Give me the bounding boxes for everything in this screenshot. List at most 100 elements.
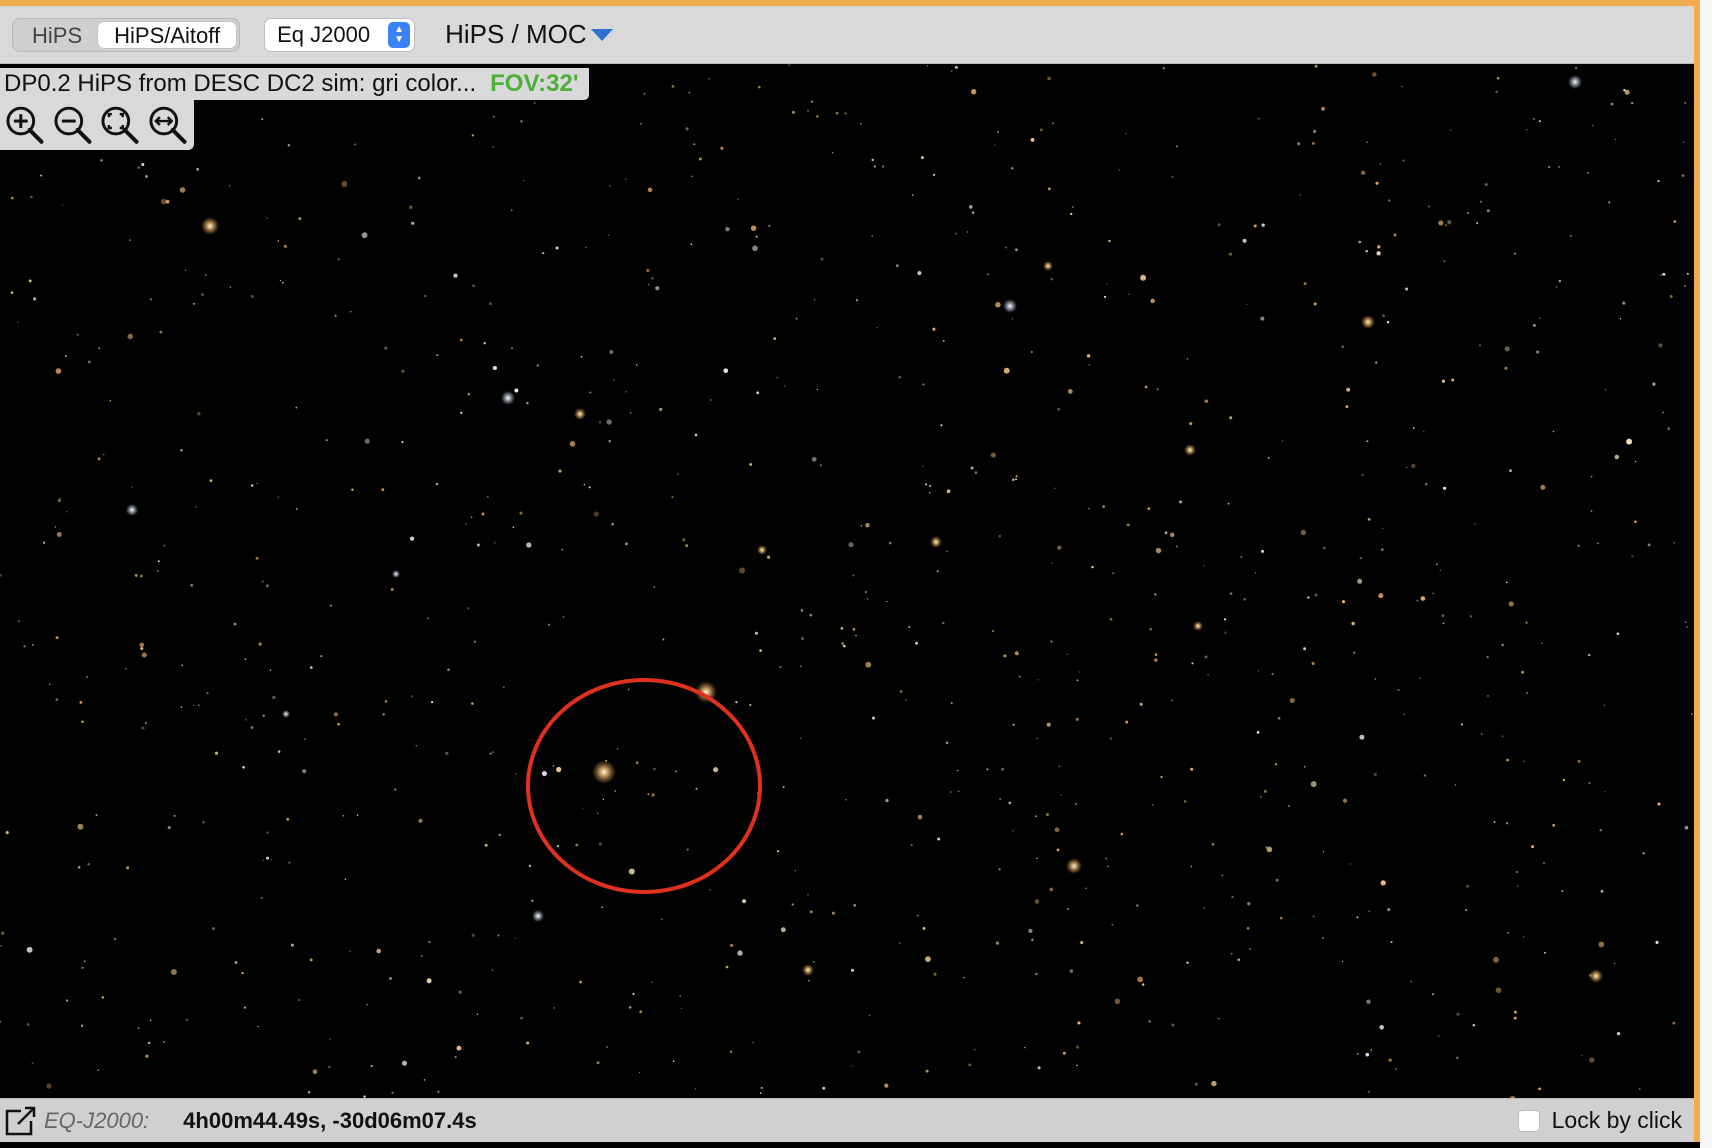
- star: [1495, 987, 1502, 994]
- star: [458, 990, 462, 994]
- star: [476, 1013, 479, 1016]
- star: [871, 158, 874, 162]
- star: [601, 906, 603, 909]
- hips-moc-menu[interactable]: HiPS / MOC: [445, 19, 613, 50]
- star: [493, 115, 495, 118]
- star: [937, 837, 941, 841]
- star: [1449, 129, 1452, 132]
- tab-hips-aitoff[interactable]: HiPS/Aitoff: [98, 21, 237, 48]
- star: [1443, 486, 1447, 490]
- star: [915, 641, 919, 645]
- sky-image[interactable]: [0, 64, 1694, 1104]
- star: [1164, 531, 1168, 535]
- star: [298, 999, 301, 1001]
- star: [1207, 674, 1209, 676]
- star: [936, 570, 939, 573]
- star: [1428, 205, 1431, 208]
- zoom-in-icon[interactable]: [4, 104, 46, 146]
- star: [1634, 520, 1637, 524]
- star: [972, 211, 975, 214]
- zoom-fit-icon[interactable]: [99, 104, 141, 146]
- star: [1493, 821, 1496, 823]
- star: [1516, 871, 1518, 873]
- lock-checkbox[interactable]: [1517, 1109, 1540, 1132]
- star: [807, 894, 809, 896]
- zoom-fill-icon[interactable]: [147, 104, 189, 146]
- star: [635, 761, 639, 764]
- star: [209, 479, 213, 482]
- star: [758, 85, 761, 89]
- hips-moc-label: HiPS / MOC: [445, 19, 587, 49]
- star: [137, 1027, 140, 1030]
- star: [1160, 775, 1163, 779]
- star: [945, 741, 949, 744]
- star: [1412, 427, 1415, 430]
- star: [908, 626, 911, 628]
- star: [87, 360, 91, 364]
- star: [1247, 901, 1251, 906]
- star: [1102, 505, 1105, 508]
- star: [1642, 852, 1645, 855]
- star: [596, 1061, 600, 1065]
- star: [974, 1048, 976, 1051]
- star: [1681, 174, 1685, 177]
- star: [1516, 885, 1519, 888]
- star: [1057, 407, 1061, 411]
- star: [262, 859, 265, 862]
- star: [141, 726, 145, 730]
- bright-source: [501, 391, 515, 405]
- star: [651, 277, 654, 280]
- star: [1447, 220, 1452, 225]
- star: [456, 1045, 462, 1051]
- star: [1107, 865, 1110, 868]
- zoom-out-icon[interactable]: [52, 104, 94, 146]
- star: [968, 1063, 972, 1067]
- lock-by-click-toggle[interactable]: Lock by click: [1517, 1107, 1682, 1134]
- star: [1588, 782, 1591, 784]
- star: [491, 969, 494, 972]
- star: [1035, 815, 1037, 818]
- star: [1303, 766, 1306, 768]
- star: [131, 486, 133, 488]
- star: [850, 968, 855, 972]
- star: [87, 862, 91, 866]
- star: [492, 146, 495, 148]
- star: [1189, 422, 1193, 426]
- star: [163, 1041, 165, 1043]
- star: [1003, 367, 1010, 374]
- star: [1091, 565, 1094, 569]
- star: [627, 688, 630, 691]
- star: [1662, 411, 1665, 414]
- star: [1058, 765, 1061, 768]
- star: [437, 1090, 440, 1093]
- star: [1018, 675, 1021, 678]
- external-link-icon[interactable]: [4, 1105, 38, 1137]
- star: [759, 1092, 762, 1094]
- star: [481, 512, 485, 516]
- star: [304, 738, 306, 741]
- star: [739, 567, 746, 574]
- star: [1155, 547, 1162, 554]
- star: [946, 489, 951, 494]
- coord-system-select[interactable]: Eq J2000 ▲ ▼: [264, 17, 416, 52]
- star: [580, 355, 583, 358]
- star: [1088, 363, 1091, 366]
- star: [1597, 542, 1599, 544]
- tab-hips[interactable]: HiPS: [16, 22, 98, 48]
- star: [611, 522, 614, 526]
- star: [1669, 294, 1673, 299]
- star: [647, 283, 650, 286]
- star: [987, 273, 989, 276]
- star: [1203, 907, 1205, 909]
- window-edge: [1700, 0, 1712, 1148]
- star: [430, 700, 434, 704]
- star: [917, 814, 923, 820]
- star: [1445, 224, 1447, 227]
- star: [1085, 887, 1088, 890]
- star: [250, 484, 254, 487]
- star: [660, 918, 663, 921]
- star: [1076, 679, 1079, 682]
- star: [1353, 651, 1356, 654]
- star: [1588, 653, 1591, 657]
- star: [1536, 350, 1540, 354]
